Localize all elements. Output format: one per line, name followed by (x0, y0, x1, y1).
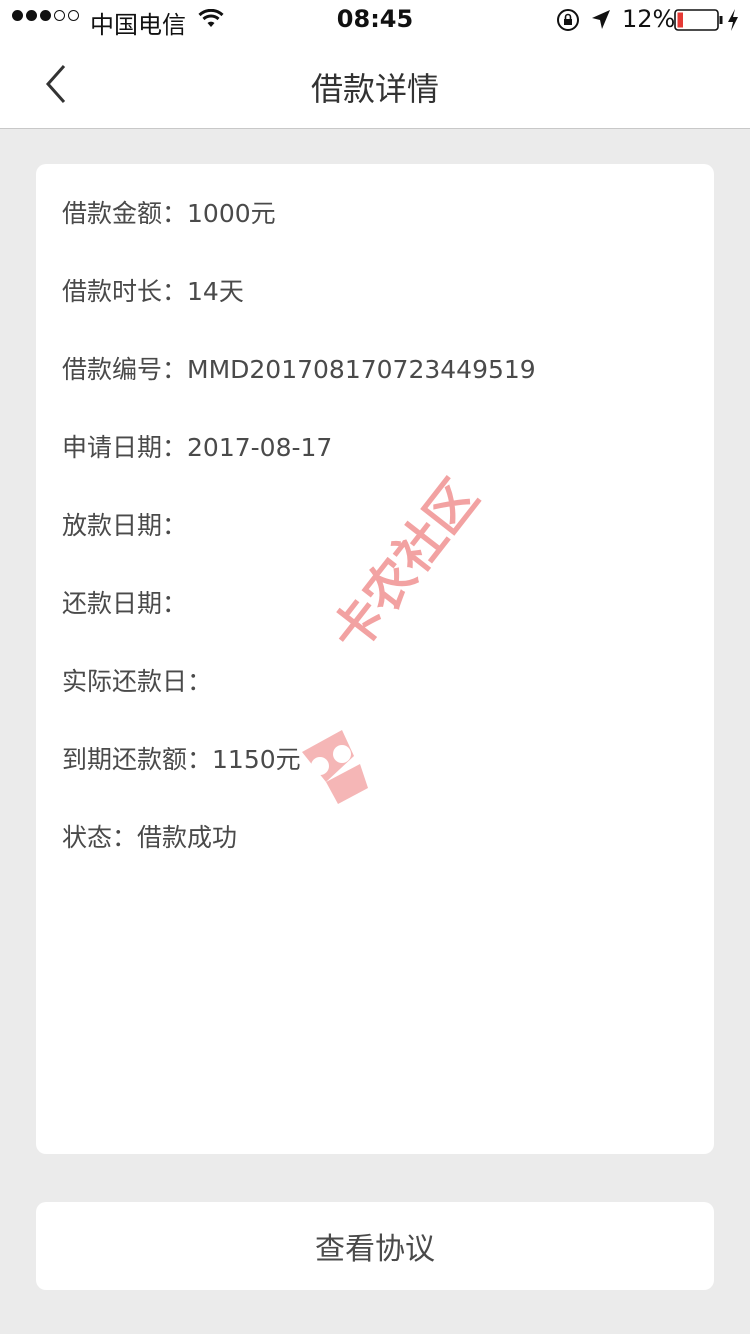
loan-detail-card: 借款金额：1000元 借款时长：14天 借款编号：MMD201708170723… (36, 164, 714, 1154)
detail-value: 14天 (187, 277, 244, 306)
detail-value: 1150元 (212, 745, 301, 774)
detail-row-actual-repayment-date: 实际还款日： (62, 662, 212, 698)
orientation-lock-icon (556, 8, 580, 36)
battery-icon (674, 9, 724, 35)
detail-row-repayment-date: 还款日期： (62, 584, 187, 620)
charging-icon (726, 8, 740, 36)
carrier-name: 中国电信 (90, 11, 186, 39)
detail-row-status: 状态：借款成功 (62, 818, 237, 854)
detail-row-due-amount: 到期还款额：1150元 (62, 740, 301, 776)
detail-value: 借款成功 (137, 823, 238, 852)
detail-label: 还款日期： (62, 589, 188, 618)
detail-label: 申请日期： (62, 433, 188, 462)
detail-label: 实际还款日： (62, 667, 213, 696)
detail-label: 放款日期： (62, 511, 188, 540)
detail-label: 借款编号： (62, 355, 188, 384)
detail-value: MMD201708170723449519 (187, 355, 536, 384)
page-title: 借款详情 (310, 70, 439, 108)
location-arrow-icon (590, 8, 612, 36)
detail-value: 1000元 (187, 199, 276, 228)
status-bar: 中国电信 08:45 12% (0, 0, 750, 40)
wifi-icon (198, 8, 224, 33)
detail-row-loan-amount: 借款金额：1000元 (62, 194, 276, 230)
detail-label: 状态： (62, 823, 138, 852)
navigation-bar: 借款详情 (0, 40, 750, 129)
detail-value: 2017-08-17 (187, 433, 333, 462)
detail-row-disbursement-date: 放款日期： (62, 506, 187, 542)
detail-row-loan-duration: 借款时长：14天 (62, 272, 244, 308)
view-agreement-button[interactable]: 查看协议 (36, 1202, 714, 1290)
detail-row-loan-number: 借款编号：MMD201708170723449519 (62, 350, 536, 386)
detail-label: 借款金额： (62, 199, 188, 228)
signal-strength-icon (12, 10, 79, 21)
detail-label: 到期还款额： (62, 745, 213, 774)
detail-row-application-date: 申请日期：2017-08-17 (62, 428, 332, 464)
battery-percentage: 12% (622, 5, 676, 33)
detail-label: 借款时长： (62, 277, 188, 306)
